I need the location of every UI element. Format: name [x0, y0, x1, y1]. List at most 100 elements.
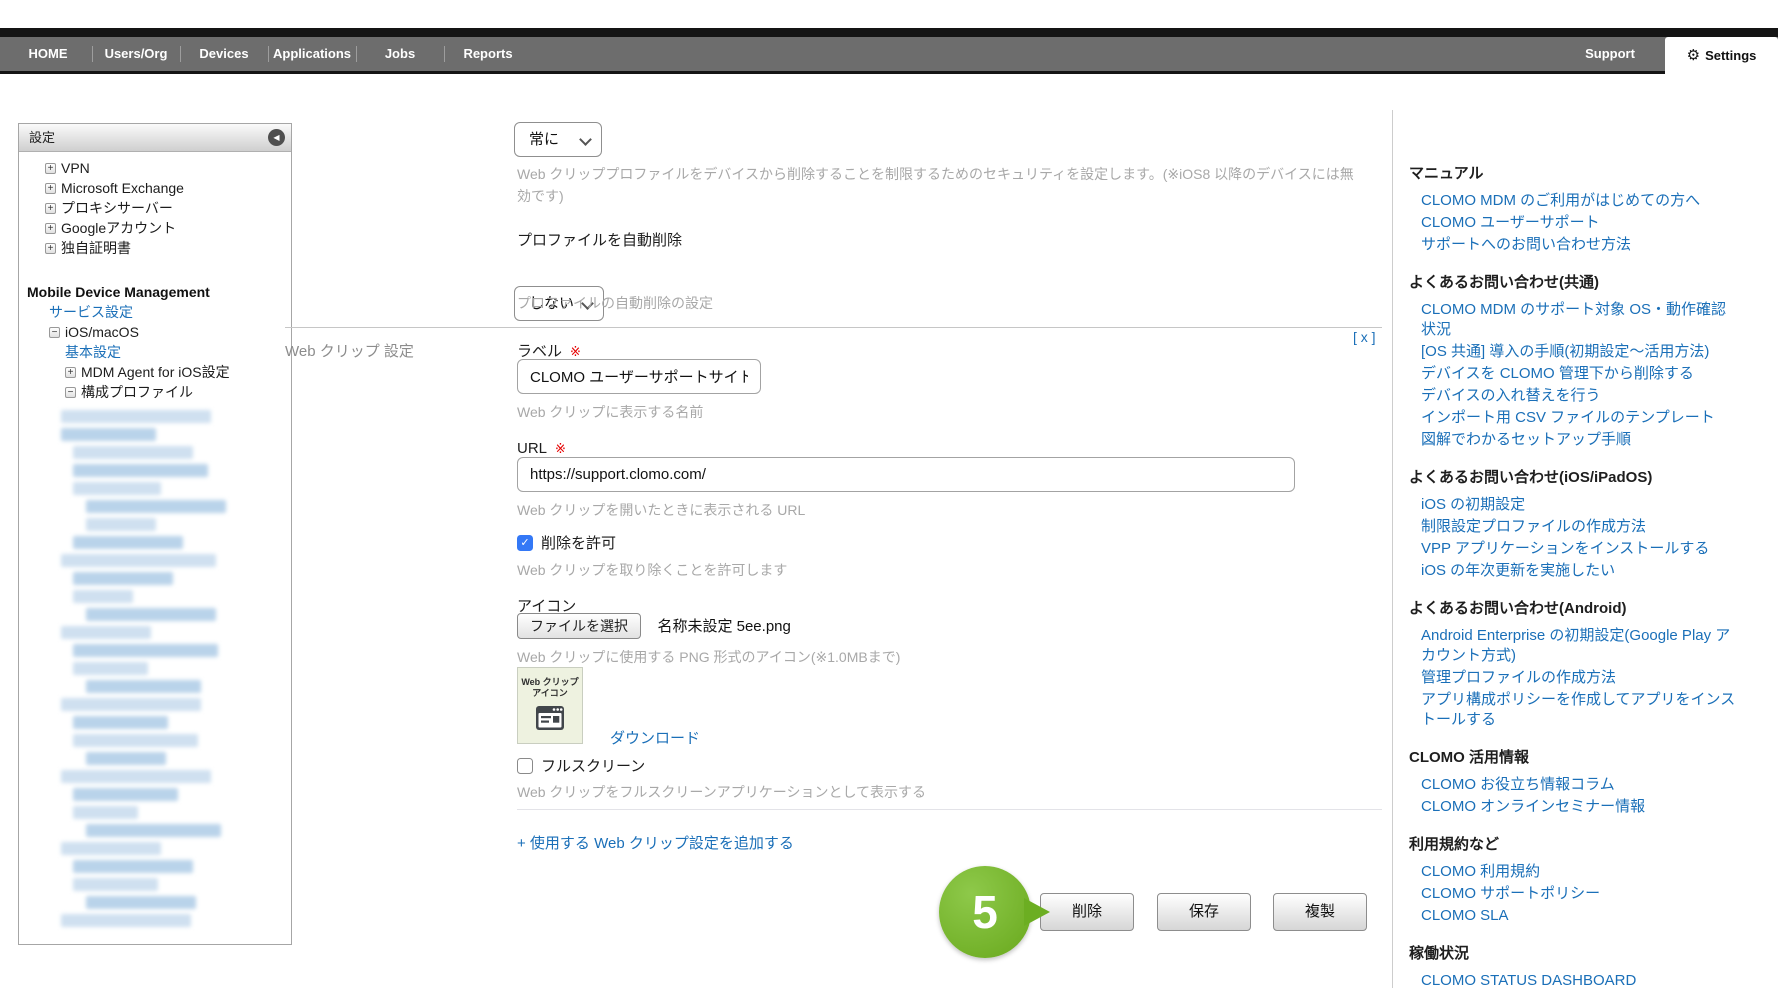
redacted-row [86, 896, 196, 909]
thumb-text-line1: Web クリップ [518, 677, 582, 688]
duplicate-button[interactable]: 複製 [1273, 893, 1367, 931]
security-select-value: 常に [529, 131, 559, 148]
allow-removal-row: ✓ 削除を許可 [517, 532, 616, 553]
tree-gap [19, 258, 291, 282]
help-link[interactable]: CLOMO お役立ち情報コラム [1409, 775, 1740, 795]
help-link[interactable]: VPP アプリケーションをインストールする [1409, 539, 1740, 559]
help-link[interactable]: CLOMO STATUS DASHBOARD [1409, 971, 1740, 991]
allow-removal-checkbox[interactable]: ✓ [517, 535, 533, 551]
nav-item[interactable]: Jobs [356, 37, 444, 71]
tree-item-label: MDM Agent for iOS設定 [81, 362, 230, 382]
help-section-header: よくあるお問い合わせ(共通) [1409, 271, 1740, 292]
nav-item[interactable]: Users/Org [92, 37, 180, 71]
tree-section-label: Mobile Device Management [27, 282, 210, 302]
help-link[interactable]: Android Enterprise の初期設定(Google Play アカウ… [1409, 626, 1740, 666]
tree-expand-icon[interactable]: + [45, 163, 56, 174]
help-link[interactable]: デバイスの入れ替えを行う [1409, 386, 1740, 406]
tree-item-link[interactable]: サービス設定 [19, 302, 291, 322]
gear-icon: ⚙ [1687, 48, 1700, 63]
delete-button[interactable]: 削除 [1040, 893, 1134, 931]
fullscreen-checkbox[interactable] [517, 758, 533, 774]
help-link[interactable]: [OS 共通] 導入の手順(初期設定〜活用方法) [1409, 342, 1740, 362]
tree-expand-icon[interactable]: + [65, 367, 76, 378]
tree-item-label: 独自証明書 [61, 238, 131, 258]
tree-item[interactable]: + Googleアカウント [19, 218, 291, 238]
redacted-row [73, 860, 193, 873]
required-mark: ※ [570, 344, 581, 359]
label-input[interactable] [517, 359, 761, 394]
download-link[interactable]: ダウンロード [610, 727, 700, 748]
redacted-row [86, 680, 201, 693]
help-section-header: CLOMO 活用情報 [1409, 746, 1740, 767]
tree-link-label[interactable]: 基本設定 [65, 342, 121, 362]
add-webclip-link[interactable]: + 使用する Web クリップ設定を追加する [517, 832, 794, 853]
top-navigation: HOMEUsers/OrgDevicesApplicationsJobsRepo… [0, 28, 1778, 74]
help-link[interactable]: サポートへのお問い合わせ方法 [1409, 235, 1740, 255]
tree-expand-icon[interactable]: − [49, 327, 60, 338]
browser-window-icon [535, 705, 565, 731]
settings-tree-panel: 設定 ◀ + VPN + Microsoft Exchange + [18, 123, 292, 945]
url-input[interactable] [517, 457, 1295, 492]
redacted-row [61, 410, 211, 423]
redacted-row [73, 878, 158, 891]
help-link[interactable]: iOS の年次更新を実施したい [1409, 561, 1740, 581]
redacted-row [86, 752, 166, 765]
help-link[interactable]: CLOMO MDM のサポート対象 OS・動作確認状況 [1409, 300, 1740, 340]
help-link[interactable]: CLOMO 利用規約 [1409, 862, 1740, 882]
tree-item[interactable]: + プロキシサーバー [19, 198, 291, 218]
tree-item[interactable]: + 独自証明書 [19, 238, 291, 258]
settings-label: Settings [1705, 48, 1756, 63]
help-link[interactable]: CLOMO MDM のご利用がはじめての方へ [1409, 191, 1740, 211]
redacted-row [61, 698, 201, 711]
nav-support[interactable]: Support [1560, 37, 1660, 71]
nav-item[interactable]: Applications [268, 37, 356, 71]
tree-header-label: 設定 [29, 130, 55, 145]
fullscreen-label: フルスクリーン [541, 755, 645, 776]
tree-expand-icon[interactable]: + [45, 223, 56, 234]
nav-item[interactable]: Reports [444, 37, 532, 71]
tree-item[interactable]: + Microsoft Exchange [19, 178, 291, 198]
help-link[interactable]: CLOMO ユーザーサポート [1409, 213, 1740, 233]
redacted-row [73, 464, 208, 477]
security-help-text: Web クリッププロファイルをデバイスから削除することを制限するためのセキュリテ… [517, 163, 1362, 207]
redacted-row [61, 842, 161, 855]
tree-link-label[interactable]: サービス設定 [49, 302, 133, 322]
help-link[interactable]: CLOMO オンラインセミナー情報 [1409, 797, 1740, 817]
fullscreen-row: フルスクリーン [517, 755, 645, 776]
nav-item[interactable]: HOME [4, 37, 92, 71]
tree-expand-icon[interactable]: + [45, 203, 56, 214]
help-link[interactable]: 管理プロファイルの作成方法 [1409, 668, 1740, 688]
autoremove-help-text: プロファイルの自動削除の設定 [517, 293, 713, 313]
nav-item[interactable]: Devices [180, 37, 268, 71]
help-link[interactable]: 図解でわかるセットアップ手順 [1409, 430, 1740, 450]
redacted-row [73, 590, 133, 603]
help-link[interactable]: インポート用 CSV ファイルのテンプレート [1409, 408, 1740, 428]
chosen-file-name: 名称未設定 5ee.png [657, 618, 790, 635]
autoremove-label: プロファイルを自動削除 [517, 229, 682, 250]
help-link[interactable]: 制限設定プロファイルの作成方法 [1409, 517, 1740, 537]
tab-settings[interactable]: ⚙ Settings [1665, 37, 1778, 74]
tree-item[interactable]: − iOS/macOS [19, 322, 291, 342]
section-divider [285, 327, 1382, 328]
save-button[interactable]: 保存 [1157, 893, 1251, 931]
remove-webclip-link[interactable]: [ x ] [1353, 329, 1376, 345]
tree-expand-icon[interactable]: − [65, 387, 76, 398]
help-panel: マニュアルCLOMO MDM のご利用がはじめての方へCLOMO ユーザーサポー… [1392, 110, 1760, 988]
collapse-panel-button[interactable]: ◀ [268, 129, 285, 146]
tree-expand-icon[interactable]: + [45, 243, 56, 254]
help-link[interactable]: CLOMO サポートポリシー [1409, 884, 1740, 904]
choose-file-button[interactable]: ファイルを選択 [517, 613, 641, 639]
tree-item-link[interactable]: 基本設定 [19, 342, 291, 362]
tree-item[interactable]: + VPN [19, 158, 291, 178]
chevron-down-icon [579, 133, 592, 146]
help-link[interactable]: アプリ構成ポリシーを作成してアプリをインストールする [1409, 690, 1740, 730]
help-link[interactable]: デバイスを CLOMO 管理下から削除する [1409, 364, 1740, 384]
help-link[interactable]: CLOMO SLA [1409, 906, 1740, 926]
label-field-label: ラベル [517, 343, 562, 360]
tree-expand-icon[interactable]: + [45, 183, 56, 194]
help-link[interactable]: iOS の初期設定 [1409, 495, 1740, 515]
security-select[interactable]: 常に [514, 122, 602, 157]
tree-item[interactable]: − 構成プロファイル [19, 382, 291, 402]
tree-item[interactable]: + MDM Agent for iOS設定 [19, 362, 291, 382]
help-section-header: 利用規約など [1409, 833, 1740, 854]
